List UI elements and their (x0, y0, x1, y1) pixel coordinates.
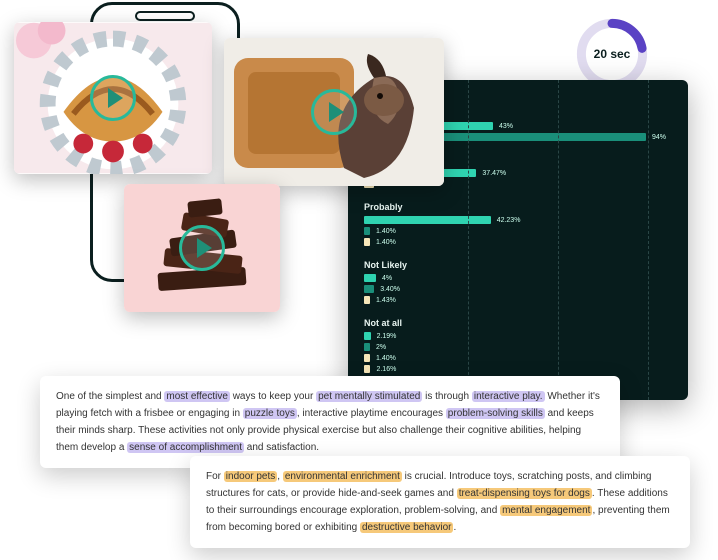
chart-bar-row: 4% (364, 274, 688, 282)
chart-bar-value: 1.40% (376, 239, 396, 246)
chart-bar (364, 227, 370, 235)
chart-bar-row: 2.19% (364, 332, 688, 340)
chart-group: Not at all 2.19% 2% 1.40% 2.16% (364, 318, 688, 373)
chart-group-label: Not at all (364, 318, 688, 328)
chart-bar-row: 1.40% (364, 227, 688, 235)
highlight: treat-dispensing toys for dogs (457, 488, 592, 499)
highlight: environmental enrichment (283, 471, 402, 482)
chart-bar-row: 42.23% (364, 216, 688, 224)
chart-bar-value: 1.40% (376, 228, 396, 235)
chart-bar (364, 354, 370, 362)
chart-bar-row: 1.40% (364, 354, 688, 362)
chart-bar (364, 285, 374, 293)
highlight: problem-solving skills (446, 408, 545, 419)
chart-bar-row: 1.43% (364, 296, 688, 304)
media-card-dog[interactable] (224, 38, 444, 186)
chart-bar-value: 94% (652, 134, 666, 141)
chart-bar-value: 42.23% (497, 217, 521, 224)
chart-bar-value: 37.47% (482, 170, 506, 177)
chart-bar-value: 2.19% (377, 333, 397, 340)
play-icon[interactable] (311, 89, 357, 135)
chart-bar (364, 365, 370, 373)
highlight: most effective (164, 391, 230, 402)
chart-group-label: Probably (364, 202, 688, 212)
media-card-croissant[interactable] (14, 22, 212, 174)
phone-notch (135, 11, 195, 21)
text-snippet-1: One of the simplest and most effective w… (40, 376, 620, 468)
chart-bar (364, 296, 370, 304)
highlight: indoor pets (224, 471, 277, 482)
highlight: puzzle toys (243, 408, 297, 419)
chart-bar-value: 1.40% (376, 355, 396, 362)
chart-bar (364, 332, 371, 340)
chart-bar-value: 43% (499, 123, 513, 130)
chart-bar (364, 216, 491, 224)
highlight: sense of accomplishment (127, 442, 244, 453)
chart-bar (364, 238, 370, 246)
chart-bar-value: 4% (382, 275, 392, 282)
highlight: interactive play. (472, 391, 545, 402)
play-icon[interactable] (179, 225, 225, 271)
chart-bar-value: 1.43% (376, 297, 396, 304)
chart-group: Not Likely 4% 3.40% 1.43% (364, 260, 688, 304)
highlight: destructive behavior (360, 522, 454, 533)
text-snippet-2: For indoor pets, environmental enrichmen… (190, 456, 690, 548)
highlight: mental engagement (500, 505, 592, 516)
chart-bar-row: 2% (364, 343, 688, 351)
chart-bar-value: 2.16% (376, 366, 396, 373)
media-card-chocolate[interactable] (124, 184, 280, 312)
chart-bar-row: 2.16% (364, 365, 688, 373)
play-icon[interactable] (90, 75, 136, 121)
chart-bar-row: 1.40% (364, 238, 688, 246)
highlight: pet mentally stimulated (316, 391, 422, 402)
chart-bar (364, 343, 370, 351)
chart-bar (364, 274, 376, 282)
chart-group: Probably 42.23% 1.40% 1.40% (364, 202, 688, 246)
chart-bar-value: 3.40% (380, 286, 400, 293)
chart-bar-row: 3.40% (364, 285, 688, 293)
chart-bar-value: 2% (376, 344, 386, 351)
chart-group-label: Not Likely (364, 260, 688, 270)
